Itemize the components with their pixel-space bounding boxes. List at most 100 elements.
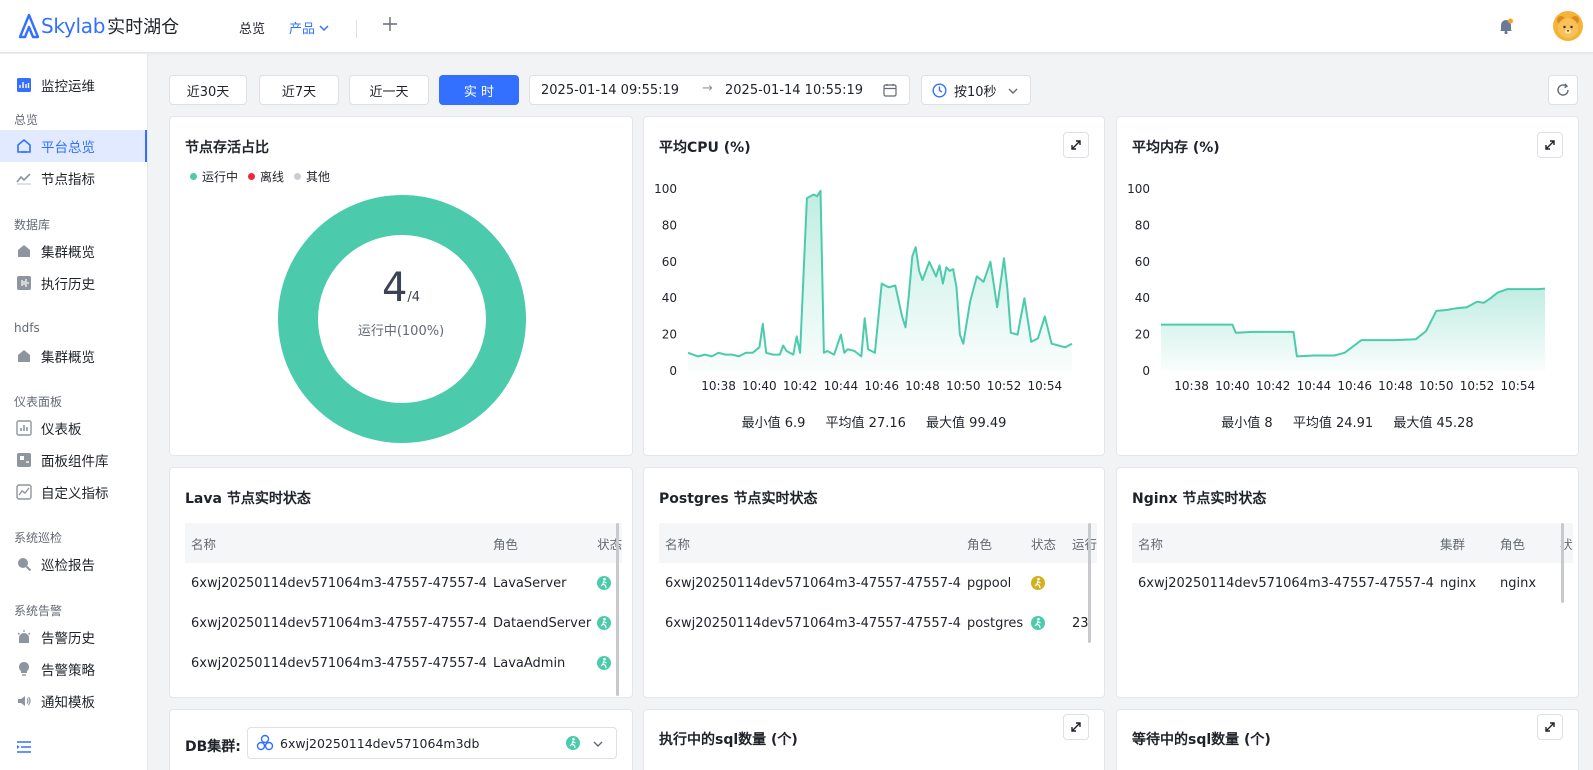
card-title: Postgres 节点实时状态 <box>659 491 818 507</box>
range-1d-button[interactable]: 近一天 <box>349 75 429 105</box>
x-tick-label: 10:42 <box>783 379 818 393</box>
table-row[interactable]: 6xwj20250114dev571064m3-47557-47557-4 pgp… <box>659 563 1097 603</box>
expand-icon <box>1545 722 1555 732</box>
column-header[interactable]: 角色 <box>961 523 1025 563</box>
column-header[interactable]: 名称 <box>1132 523 1434 563</box>
sidebar-item-hdfs-cluster-overview[interactable]: 集群概览 <box>0 340 147 372</box>
y-tick-label: 80 <box>1135 218 1150 232</box>
sidebar-item-db-cluster-overview[interactable]: 集群概览 <box>0 235 147 267</box>
memory-min: 最小值 8 <box>1221 416 1273 431</box>
column-header[interactable]: 状态 <box>1025 523 1066 563</box>
table-row[interactable]: 6xwj20250114dev571064m3-47557-47557-4 Lav… <box>185 643 622 683</box>
sidebar-item-exec-history[interactable]: 执行历史 <box>0 267 147 299</box>
column-header[interactable]: 运行 <box>1066 523 1098 563</box>
user-avatar[interactable] <box>1553 11 1583 41</box>
expand-button[interactable] <box>1537 714 1563 740</box>
y-tick-label: 40 <box>662 291 677 305</box>
legend-label: 其他 <box>306 170 331 184</box>
column-header[interactable]: 集群 <box>1434 523 1494 563</box>
sidebar-item-widget-library[interactable]: 面板组件库 <box>0 444 147 476</box>
db-cluster-card: DB集群: 6xwj20250114dev571064m3db <box>169 709 633 770</box>
sidebar-item-notify-template[interactable]: 通知模板 <box>0 685 147 717</box>
nav-product-menu[interactable]: 产品 <box>289 18 329 37</box>
legend-item-running[interactable]: 运行中 <box>190 168 238 185</box>
refresh-button[interactable] <box>1548 75 1578 105</box>
sidebar-item-label: 执行历史 <box>41 277 95 293</box>
table-row[interactable]: 6xwj20250114dev571064m3-47557-47557-4 Dat… <box>185 603 622 643</box>
interval-select[interactable]: 按10秒 <box>921 75 1031 105</box>
card-title: 平均内存 (%) <box>1132 140 1220 156</box>
donut-legend: 运行中 离线 其他 <box>190 168 330 185</box>
chevron-down-icon <box>319 24 329 31</box>
sidebar-item-label: 面板组件库 <box>41 454 109 470</box>
running-status-icon <box>597 576 612 590</box>
node-name: 6xwj20250114dev571064m3-47557-47557-4 <box>191 575 487 591</box>
start-time-input[interactable]: 2025-01-14 09:55:19 <box>541 83 679 98</box>
node-name: 6xwj20250114dev571064m3-47557-47557-4 <box>665 575 961 591</box>
end-time-input[interactable]: 2025-01-14 10:55:19 <box>725 83 863 98</box>
sidebar-item-alert-policy[interactable]: 告警策略 <box>0 653 147 685</box>
sidebar-item-dashboard[interactable]: 仪表板 <box>0 412 147 444</box>
x-tick-label: 10:44 <box>824 379 859 393</box>
expand-button[interactable] <box>1537 132 1563 158</box>
y-tick-label: 0 <box>669 364 677 378</box>
table-row[interactable]: 6xwj20250114dev571064m3-47557-47557-4 ngi… <box>1132 563 1573 603</box>
card-title: Nginx 节点实时状态 <box>1132 491 1267 507</box>
db-cluster-label: DB集群: <box>185 739 241 755</box>
home-icon <box>17 138 31 153</box>
sidebar-item-alert-history[interactable]: 告警历史 <box>0 621 147 653</box>
table-row[interactable]: 6xwj20250114dev571064m3-47557-47557-4 Lav… <box>185 563 622 603</box>
refresh-icon <box>1557 83 1569 96</box>
sidebar-group-overview: 总览 <box>14 113 39 127</box>
sidebar-item-inspection-report[interactable]: 巡检报告 <box>0 548 147 580</box>
column-header[interactable]: 名称 <box>185 523 487 563</box>
magnifier-icon <box>18 558 32 572</box>
legend-item-offline[interactable]: 离线 <box>248 168 284 185</box>
y-tick-label: 20 <box>1135 328 1150 342</box>
node-role: DataendServer <box>493 615 592 631</box>
column-header[interactable]: 角色 <box>1494 523 1554 563</box>
table-row[interactable]: 6xwj20250114dev571064m3-47557-47557-4 pos… <box>659 603 1097 643</box>
table-scrollbar[interactable] <box>616 523 619 696</box>
memory-max: 最大值 45.28 <box>1393 416 1474 431</box>
nav-divider <box>356 20 357 38</box>
sidebar-group-database: 数据库 <box>14 218 51 232</box>
range-realtime-button[interactable]: 实 时 <box>439 75 519 105</box>
brand-logo[interactable]: Skylab 实时湖仓 <box>18 12 179 40</box>
sidebar-item-platform-overview[interactable]: 平台总览 <box>0 130 147 162</box>
bar-chart-icon <box>16 420 32 436</box>
range-7d-button[interactable]: 近7天 <box>259 75 339 105</box>
date-range-picker[interactable]: 2025-01-14 09:55:19 → 2025-01-14 10:55:1… <box>529 75 910 105</box>
sidebar-item-node-metrics[interactable]: 节点指标 <box>0 162 147 194</box>
sidebar-item-monitoring[interactable]: 监控运维 <box>0 69 147 101</box>
custom-chart-icon <box>16 484 32 500</box>
column-header[interactable]: 名称 <box>659 523 961 563</box>
card-title: 执行中的sql数量 (个) <box>659 732 798 748</box>
sidebar-item-label: 巡检报告 <box>41 558 95 574</box>
node-runtime: 23 <box>1072 615 1089 631</box>
collapse-menu-icon[interactable] <box>16 739 32 755</box>
sql-running-card: 执行中的sql数量 (个) <box>643 709 1105 770</box>
legend-dot <box>294 173 302 180</box>
table-scrollbar[interactable] <box>1561 523 1564 603</box>
expand-button[interactable] <box>1063 714 1089 740</box>
legend-item-other[interactable]: 其他 <box>294 168 330 185</box>
node-cluster: nginx <box>1440 575 1477 591</box>
range-30d-button[interactable]: 近30天 <box>169 75 247 105</box>
column-header[interactable]: 角色 <box>487 523 592 563</box>
bear-avatar-icon <box>1557 16 1579 38</box>
nav-overview[interactable]: 总览 <box>239 18 265 37</box>
standby-status-icon <box>1031 576 1045 590</box>
y-tick-label: 20 <box>662 328 677 342</box>
add-tab-icon[interactable] <box>381 15 399 33</box>
running-status-icon <box>566 736 580 750</box>
sidebar-item-custom-metrics[interactable]: 自定义指标 <box>0 476 147 508</box>
table-scrollbar[interactable] <box>1088 523 1091 643</box>
x-tick-label: 10:48 <box>905 379 940 393</box>
x-tick-label: 10:40 <box>1215 379 1250 393</box>
expand-icon <box>1071 140 1081 150</box>
notification-bell-icon[interactable] <box>1497 17 1515 35</box>
db-cluster-select[interactable]: 6xwj20250114dev571064m3db <box>247 727 617 759</box>
expand-button[interactable] <box>1063 132 1089 158</box>
donut-slice-running[interactable] <box>278 195 526 443</box>
